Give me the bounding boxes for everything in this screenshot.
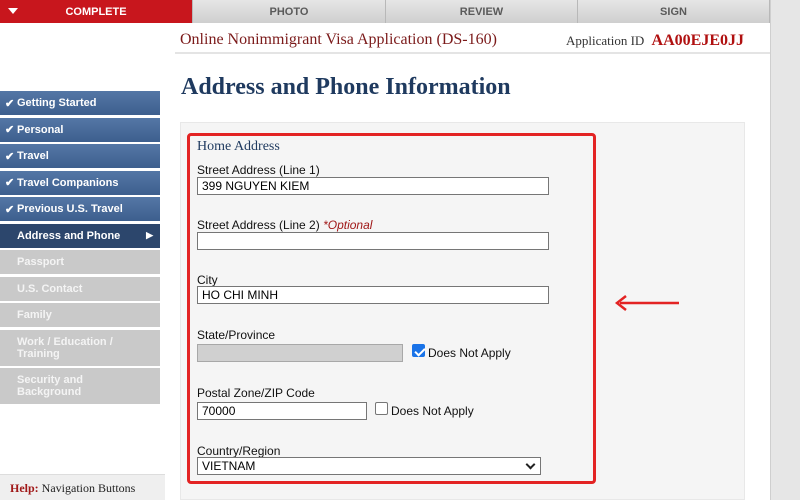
postal-does-not-apply-checkbox[interactable]	[375, 402, 388, 415]
check-icon: ✔	[5, 177, 15, 189]
tab-review-label: REVIEW	[459, 5, 504, 18]
scrollbar-track[interactable]	[770, 0, 800, 500]
page-title: Address and Phone Information	[181, 74, 511, 100]
postal-input[interactable]: 70000	[197, 402, 367, 420]
help-panel: Help: Navigation Buttons	[0, 474, 165, 500]
sidebar-item-address-and-phone[interactable]: Address and Phone ▶	[0, 223, 160, 248]
arrow-left-icon	[614, 295, 679, 311]
check-icon: ✔	[5, 150, 15, 163]
chevron-down-icon	[525, 459, 536, 470]
sidebar-item-getting-started[interactable]: ✔ Getting Started	[0, 91, 160, 115]
section-title-home-address: Home Address	[197, 139, 280, 154]
optional-note: *Optional	[323, 218, 373, 232]
sidebar-item-label: Previous U.S. Travel	[17, 203, 123, 215]
tab-complete[interactable]: COMPLETE	[0, 0, 193, 23]
sidebar-item-us-contact[interactable]: U.S. Contact	[0, 276, 160, 301]
sidebar-item-travel[interactable]: ✔ Travel	[0, 144, 160, 168]
sidebar-item-label: Travel Companions	[17, 176, 119, 189]
application-id-value: AA00EJE0JJ	[651, 32, 744, 49]
check-icon: ✔	[5, 97, 15, 110]
sidebar-item-label: Travel	[17, 150, 49, 162]
sidebar-item-label: Family	[17, 309, 52, 321]
country-select-value: VIETNAM	[202, 459, 256, 473]
state-label: State/Province	[197, 328, 276, 342]
progress-tabs: COMPLETE PHOTO REVIEW SIGN	[0, 0, 770, 23]
tab-photo[interactable]: PHOTO	[193, 0, 386, 23]
sidebar-item-family[interactable]: Family	[0, 303, 160, 327]
sidebar-nav: ✔ Getting Started ✔ Personal ✔ Travel ✔ …	[0, 91, 160, 407]
city-input[interactable]: HO CHI MINH	[197, 286, 549, 304]
sidebar-item-label: Personal	[17, 123, 64, 136]
country-select[interactable]: VIETNAM	[197, 457, 541, 475]
sidebar-item-work-education-training[interactable]: Work / Education / Training	[0, 329, 160, 366]
application-id-label: Application ID	[565, 33, 645, 48]
sidebar-item-label: Work / Education / Training	[17, 335, 113, 360]
state-does-not-apply-checkbox[interactable]	[412, 344, 425, 357]
sidebar-item-travel-companions[interactable]: ✔ Travel Companions	[0, 170, 160, 195]
street1-input[interactable]: 399 NGUYEN KIEM	[197, 177, 549, 195]
sidebar-item-security-and-background[interactable]: Security and Background	[0, 368, 160, 404]
caret-down-icon	[8, 8, 18, 14]
street2-input[interactable]	[197, 232, 549, 250]
country-label: Country/Region	[197, 444, 281, 458]
help-label: Help:	[10, 481, 39, 495]
city-label: City	[197, 273, 218, 287]
sidebar-item-label: Address and Phone	[17, 229, 121, 242]
postal-label: Postal Zone/ZIP Code	[197, 386, 315, 400]
sidebar-item-personal[interactable]: ✔ Personal	[0, 117, 160, 142]
state-input[interactable]	[197, 344, 403, 362]
help-text[interactable]: Navigation Buttons	[42, 481, 136, 495]
chevron-right-icon: ▶	[146, 230, 153, 240]
header-divider	[175, 52, 770, 54]
check-icon: ✔	[5, 203, 15, 216]
sidebar-item-label: Security and Background	[17, 374, 84, 398]
sidebar-item-label: Passport	[17, 256, 65, 268]
postal-does-not-apply-label: Does Not Apply	[391, 404, 474, 418]
sidebar-item-label: U.S. Contact	[17, 282, 83, 295]
sidebar-item-previous-us-travel[interactable]: ✔ Previous U.S. Travel	[0, 197, 160, 221]
tab-photo-label: PHOTO	[269, 5, 309, 18]
tab-complete-label: COMPLETE	[65, 5, 127, 18]
application-id: Application ID AA00EJE0JJ	[566, 32, 744, 50]
street1-label: Street Address (Line 1)	[197, 163, 320, 177]
sidebar-item-label: Getting Started	[17, 97, 97, 109]
state-does-not-apply-label: Does Not Apply	[428, 346, 511, 360]
tab-review[interactable]: REVIEW	[386, 0, 578, 23]
application-title: Online Nonimmigrant Visa Application (DS…	[180, 31, 497, 48]
street2-label-text: Street Address (Line 2)	[197, 218, 320, 232]
tab-sign[interactable]: SIGN	[578, 0, 770, 23]
check-icon: ✔	[5, 124, 15, 136]
tab-sign-label: SIGN	[660, 5, 687, 18]
street2-label: Street Address (Line 2) *Optional	[197, 218, 372, 232]
sidebar-item-passport[interactable]: Passport	[0, 250, 160, 274]
